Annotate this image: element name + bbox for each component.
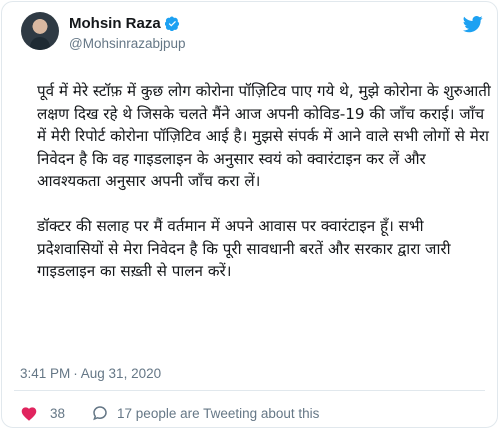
tweeting-about-link[interactable]: 17 people are Tweeting about this — [117, 406, 319, 421]
meta-separator: · — [73, 366, 78, 381]
tweet-paragraph: पूर्व में मेरे स्टॉफ़ में कुछ लोग कोरोना… — [37, 82, 491, 191]
reply-bubble-icon[interactable] — [91, 404, 109, 422]
twitter-bird-icon[interactable] — [462, 14, 484, 34]
tweet-time: 3:41 PM — [20, 366, 71, 381]
tweet-paragraph: डॉक्टर की सलाह पर मैं वर्तमान में अपने आ… — [37, 216, 451, 281]
action-bar: 38 17 people are Tweeting about this — [20, 404, 319, 422]
author-handle[interactable]: @Mohsinrazabjpup — [69, 36, 186, 51]
tweet-card: Mohsin Raza @Mohsinrazabjpup पूर्व में म… — [1, 1, 498, 428]
avatar[interactable] — [21, 12, 59, 50]
timestamp[interactable]: 3:41 PM · Aug 31, 2020 — [20, 366, 161, 381]
author-row: Mohsin Raza — [69, 15, 180, 32]
tweet-date: Aug 31, 2020 — [80, 366, 162, 381]
tweet-text: पूर्व में मेरे स्टॉफ़ में कुछ लोग कोरोना… — [37, 80, 493, 283]
verified-badge-icon — [164, 16, 179, 31]
divider — [14, 390, 485, 391]
author-name[interactable]: Mohsin Raza — [69, 15, 161, 32]
like-count[interactable]: 38 — [50, 406, 65, 421]
heart-icon[interactable] — [20, 405, 38, 421]
